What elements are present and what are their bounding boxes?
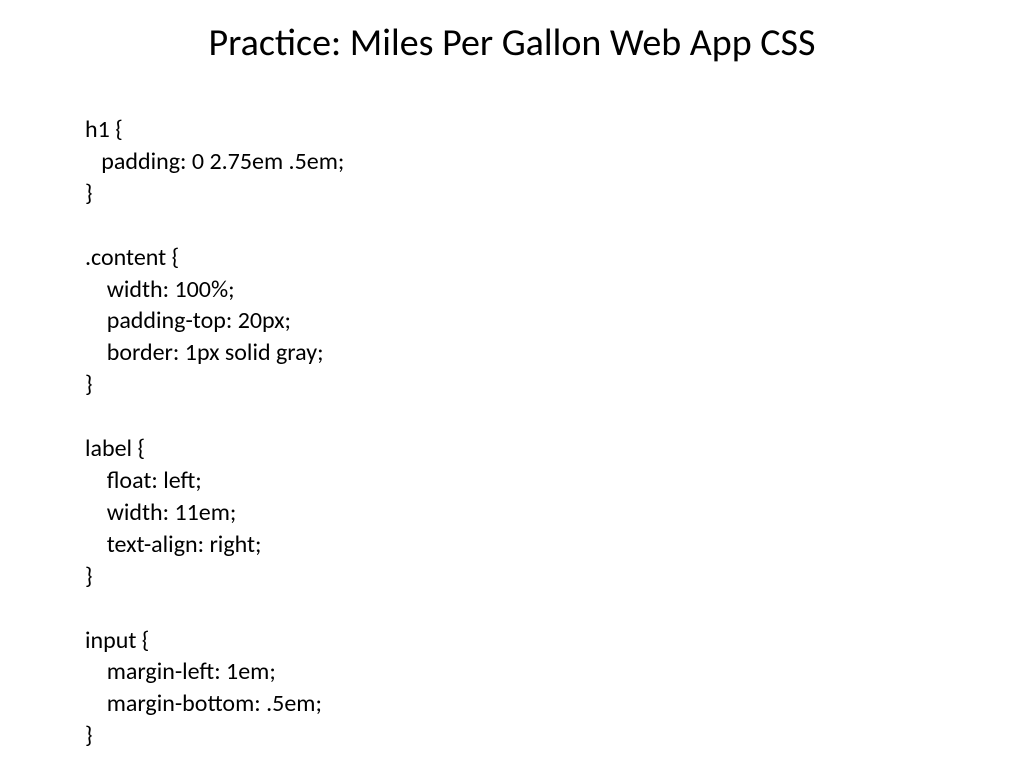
- slide-title: Practice: Miles Per Gallon Web App CSS: [85, 20, 939, 66]
- slide-container: Practice: Miles Per Gallon Web App CSS h…: [0, 0, 1024, 768]
- css-code-block: h1 { padding: 0 2.75em .5em; } .content …: [85, 114, 939, 752]
